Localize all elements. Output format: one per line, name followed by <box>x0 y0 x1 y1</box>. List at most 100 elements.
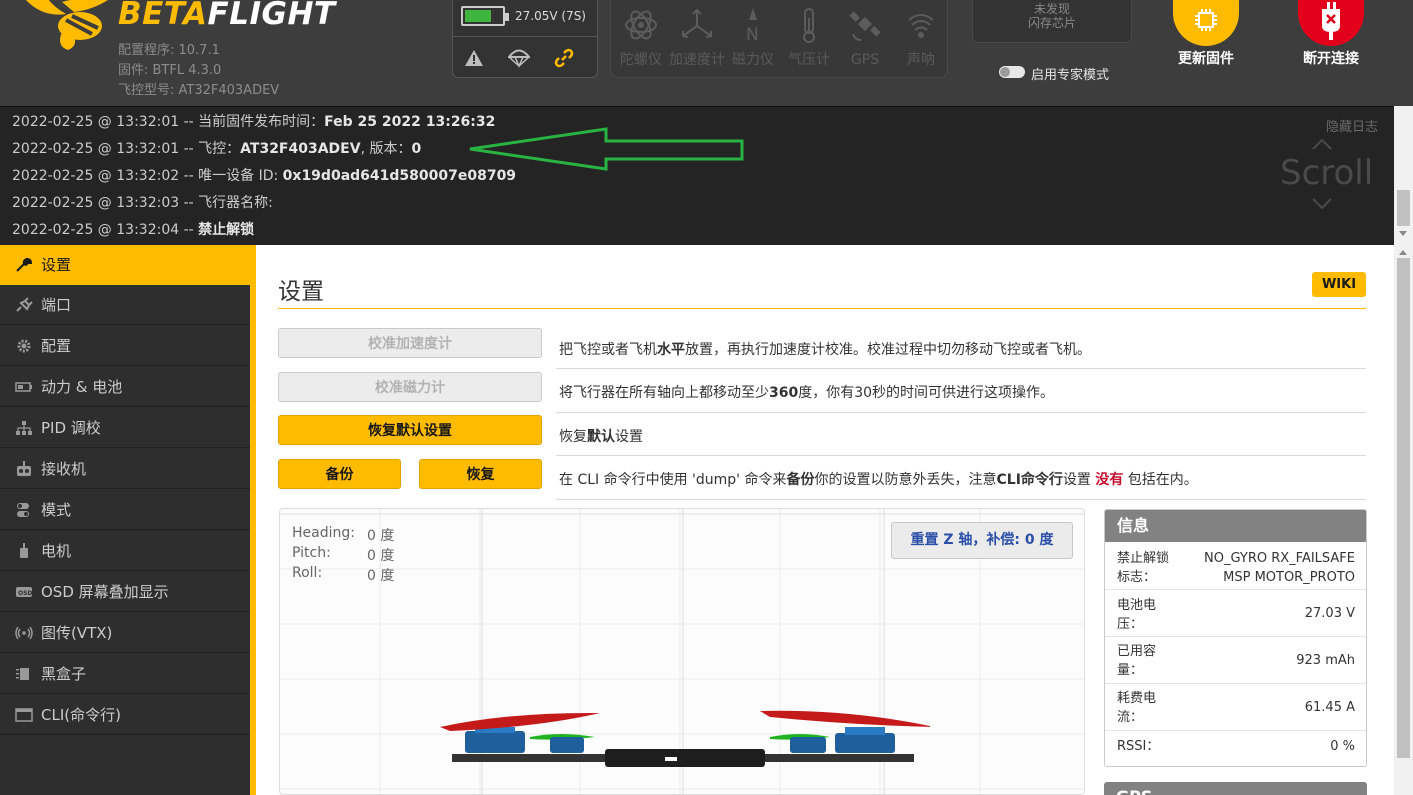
reset-defaults-button[interactable]: 恢复默认设置 <box>278 415 542 445</box>
info-row-capacity: 已用容量： 923 mAh <box>1105 637 1366 684</box>
log-line: 2022-02-25 @ 13:32:03 -- 飞行器名称: <box>12 195 273 211</box>
wiki-button[interactable]: WIKI <box>1312 272 1366 297</box>
failsafe-parachute-icon <box>505 44 533 72</box>
usb-plug-icon <box>1322 2 1340 40</box>
wrench-icon <box>16 257 33 272</box>
sidebar-item-cli[interactable]: CLI(命令行) <box>0 695 250 735</box>
scroll-down-arrow-icon[interactable] <box>1398 230 1408 238</box>
battery-voltage-text: 27.05V (7S) <box>515 9 586 23</box>
annotation-arrow <box>469 127 744 171</box>
sensor-gps: GPS <box>837 0 893 92</box>
sensor-status-box: 陀螺仪 加速度计 N 磁力仪 气压计 GPS 声呐 <box>610 0 948 78</box>
sidebar-nav: 设置 端口 配置 动力 & 电池 PID 调校 接收机 模式 电机 OSD OS… <box>0 245 250 795</box>
log-line: 2022-02-25 @ 13:32:04 -- 禁止解锁 <box>12 222 255 238</box>
calibrate-accelerometer-button[interactable]: 校准加速度计 <box>278 328 542 358</box>
sidebar-item-motors[interactable]: 电机 <box>0 531 250 571</box>
firmware-version: 固件: BTFL 4.3.0 <box>118 63 222 78</box>
gear-icon <box>17 339 31 353</box>
toggle-icon <box>17 503 29 517</box>
gps-icon <box>849 11 881 41</box>
heading-label: Heading: <box>292 525 355 541</box>
sidebar-item-receiver[interactable]: 接收机 <box>0 449 250 489</box>
roll-label: Roll: <box>292 565 323 581</box>
gyro-icon <box>625 10 657 40</box>
reset-defaults-description: 恢复默认设置 <box>559 429 643 445</box>
sitemap-icon <box>16 421 32 435</box>
terminal-icon <box>15 708 33 722</box>
gps-panel-title: GPS <box>1104 782 1367 795</box>
sensor-accelerometer: 加速度计 <box>669 0 725 92</box>
info-row-rssi: RSSI： 0 % <box>1117 739 1355 754</box>
heading-value: 0 度 <box>367 528 395 544</box>
log-line: 2022-02-25 @ 13:32:01 -- 飞控：AT32F403ADEV… <box>12 141 422 157</box>
update-firmware-label[interactable]: 更新固件 <box>1151 48 1261 68</box>
sidebar-item-blackbox[interactable]: 黑盒子 <box>0 654 250 694</box>
backup-button[interactable]: 备份 <box>278 459 401 489</box>
log-scroll-thumb[interactable] <box>1397 190 1410 226</box>
sidebar-item-setup[interactable]: 设置 <box>0 245 250 285</box>
calibrate-accelerometer-description: 把飞控或者飞机水平放置，再执行加速度计校准。校准过程中切勿移动飞控或者飞机。 <box>559 342 1091 358</box>
update-firmware-button[interactable] <box>1173 0 1239 46</box>
page-title: 设置 <box>278 279 324 305</box>
model-preview-panel: Heading: 0 度 Pitch: 0 度 Roll: 0 度 重置 Z 轴… <box>279 508 1085 795</box>
sidebar-item-ports[interactable]: 端口 <box>0 285 250 325</box>
battery-status-box: 27.05V (7S) <box>452 0 598 78</box>
info-panel: 信息 禁止解锁标志： NO_GYRO RX_FAILSAFE MSP MOTOR_… <box>1104 509 1367 767</box>
hide-log-link[interactable]: 隐藏日志 <box>1326 116 1378 135</box>
vtx-icon <box>15 626 33 640</box>
info-row-current: 耗费电流： 61.45 A <box>1105 684 1366 731</box>
expert-mode-toggle[interactable] <box>999 66 1025 78</box>
quadcopter-model <box>440 710 930 767</box>
osd-icon: OSD <box>16 587 32 597</box>
backup-description: 在 CLI 命令行中使用 'dump' 命令来备份你的设置以防意外丢失，注意CL… <box>559 472 1198 488</box>
bee-logo-icon <box>25 0 108 50</box>
sensor-barometer: 气压计 <box>781 0 837 92</box>
chevron-up-icon <box>1312 138 1332 150</box>
configurator-version: 配置程序: 10.7.1 <box>118 43 220 58</box>
sidebar-item-modes[interactable]: 模式 <box>0 490 250 530</box>
calibrate-magnetometer-button[interactable]: 校准磁力计 <box>278 372 542 402</box>
main-scroll-thumb[interactable] <box>1397 258 1410 758</box>
title-divider <box>278 308 1366 309</box>
log-line: 2022-02-25 @ 13:32:02 -- 唯一设备 ID: 0x19d0… <box>12 168 517 184</box>
reset-z-axis-button[interactable]: 重置 Z 轴，补偿: 0 度 <box>891 522 1073 559</box>
sidebar-item-pid-tuning[interactable]: PID 调校 <box>0 408 250 448</box>
scroll-up-arrow-icon[interactable] <box>1398 248 1408 256</box>
warning-icon <box>460 44 488 72</box>
dataflash-status-button[interactable]: 未发现 闪存芯片 <box>972 0 1132 43</box>
calibrate-magnetometer-description: 将飞行器在所有轴向上都移动至少360度，你有30秒的时间可供进行这项操作。 <box>559 385 1055 401</box>
svg-text:N: N <box>746 25 759 44</box>
sidebar-item-vtx[interactable]: 图传(VTX) <box>0 613 250 653</box>
receiver-icon <box>17 461 31 476</box>
motor-icon <box>20 543 28 558</box>
battery-level-icon <box>461 6 509 26</box>
sensor-magnetometer: N 磁力仪 <box>725 0 781 92</box>
magnetometer-icon: N <box>746 8 759 44</box>
sonar-icon <box>908 14 934 38</box>
chevron-down-icon <box>1312 198 1332 210</box>
board-name: 飞控型号: AT32F403ADEV <box>118 83 280 98</box>
sidebar-item-configuration[interactable]: 配置 <box>0 326 250 366</box>
battery-icon <box>15 382 32 392</box>
barometer-icon <box>803 8 815 43</box>
pitch-value: 0 度 <box>367 548 395 564</box>
disconnect-label[interactable]: 断开连接 <box>1276 48 1386 68</box>
expert-mode-label: 启用专家模式 <box>1031 68 1110 83</box>
accelerometer-icon <box>682 8 712 38</box>
roll-value: 0 度 <box>367 568 395 584</box>
sidebar-item-power-battery[interactable]: 动力 & 电池 <box>0 367 250 407</box>
disconnect-button[interactable] <box>1298 0 1364 46</box>
log-line: 2022-02-25 @ 13:32:01 -- 当前固件发布时间：Feb 25… <box>12 114 496 130</box>
svg-text:OSD: OSD <box>18 590 32 597</box>
top-header: BETAFLIGHT 配置程序: 10.7.1 固件: BTFL 4.3.0 飞… <box>0 0 1413 106</box>
link-icon <box>550 44 578 72</box>
sensor-gyro: 陀螺仪 <box>613 0 669 92</box>
plug-icon <box>16 297 33 312</box>
pitch-label: Pitch: <box>292 545 331 561</box>
blackbox-icon <box>16 668 29 680</box>
info-row-arming: 禁止解锁标志： NO_GYRO RX_FAILSAFE MSP MOTOR_PRO… <box>1105 544 1366 590</box>
sidebar-item-osd[interactable]: OSD OSD 屏幕叠加显示 <box>0 572 250 612</box>
info-row-battery-voltage: 电池电压： 27.03 V <box>1105 590 1366 637</box>
sensor-sonar: 声呐 <box>893 0 949 92</box>
restore-button[interactable]: 恢复 <box>419 459 542 489</box>
